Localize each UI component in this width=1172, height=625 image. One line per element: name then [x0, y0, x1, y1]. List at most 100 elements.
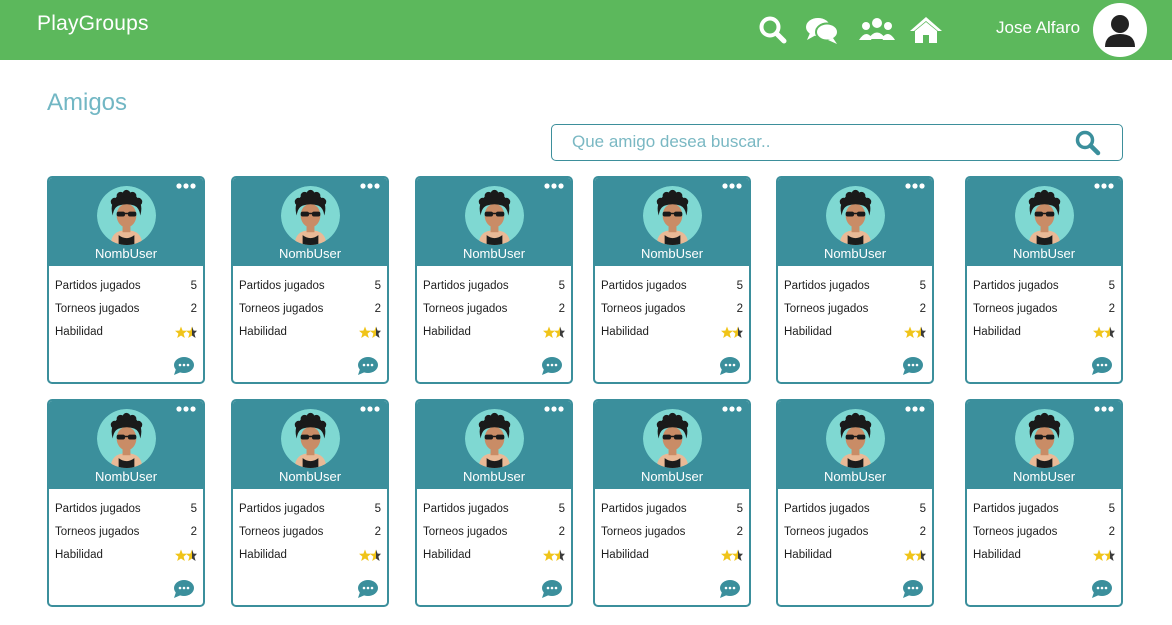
stat-value: 5	[558, 503, 565, 515]
stat-value: 2	[374, 526, 381, 538]
chat-bubble-icon[interactable]	[173, 356, 195, 376]
friend-username[interactable]: NombUser	[967, 246, 1121, 261]
chat-bubble-icon[interactable]	[1091, 579, 1113, 599]
more-options-icon[interactable]	[721, 403, 743, 415]
chat-bubble-icon[interactable]	[541, 356, 563, 376]
more-options-icon[interactable]	[543, 403, 565, 415]
friend-username[interactable]: NombUser	[233, 246, 387, 261]
stat-matches: Partidos jugados 5	[601, 280, 743, 296]
stat-value: 5	[1108, 280, 1115, 292]
page-title: Amigos	[47, 89, 128, 116]
friend-card: NombUser Partidos jugados 5 Torneos juga…	[47, 399, 205, 607]
search-input[interactable]	[572, 125, 1052, 159]
chat-bubble-icon[interactable]	[902, 356, 924, 376]
stat-matches: Partidos jugados 5	[601, 503, 743, 519]
stat-matches: Partidos jugados 5	[973, 280, 1115, 296]
friend-username[interactable]: NombUser	[595, 469, 749, 484]
friend-username[interactable]: NombUser	[967, 469, 1121, 484]
stat-skill: Habilidad	[423, 549, 565, 565]
user-avatar[interactable]	[1093, 3, 1147, 57]
friend-avatar[interactable]	[1015, 409, 1074, 468]
stat-matches: Partidos jugados 5	[55, 280, 197, 296]
more-options-icon[interactable]	[175, 180, 197, 192]
friend-username[interactable]: NombUser	[49, 469, 203, 484]
stat-label: Partidos jugados	[239, 503, 325, 515]
stat-value: 2	[1108, 526, 1115, 538]
stat-label: Partidos jugados	[423, 503, 509, 515]
home-icon[interactable]	[909, 14, 943, 46]
chat-bubble-icon[interactable]	[902, 579, 924, 599]
friend-username[interactable]: NombUser	[49, 246, 203, 261]
stat-label: Habilidad	[239, 549, 287, 561]
star-rating-icon	[543, 326, 565, 340]
user-name[interactable]: Jose Alfaro	[996, 18, 1080, 38]
friend-avatar[interactable]	[465, 409, 524, 468]
friend-username[interactable]: NombUser	[778, 246, 932, 261]
friend-avatar[interactable]	[465, 186, 524, 245]
stat-label: Partidos jugados	[601, 503, 687, 515]
chat-bubble-icon[interactable]	[357, 356, 379, 376]
friend-avatar[interactable]	[281, 186, 340, 245]
stat-label: Torneos jugados	[784, 303, 869, 315]
stat-label: Partidos jugados	[55, 503, 141, 515]
more-options-icon[interactable]	[721, 180, 743, 192]
stat-value: 2	[190, 526, 197, 538]
card-header: NombUser	[49, 401, 203, 489]
brand-logo[interactable]: PlayGroups	[37, 12, 149, 36]
more-options-icon[interactable]	[175, 403, 197, 415]
stat-value: 2	[736, 526, 743, 538]
stat-value: 2	[558, 526, 565, 538]
chat-bubble-icon[interactable]	[357, 579, 379, 599]
stat-skill: Habilidad	[55, 326, 197, 342]
search-button[interactable]	[1074, 129, 1102, 157]
friend-avatar[interactable]	[281, 409, 340, 468]
stat-label: Torneos jugados	[601, 526, 686, 538]
more-options-icon[interactable]	[1093, 180, 1115, 192]
friend-avatar[interactable]	[1015, 186, 1074, 245]
chat-bubble-icon[interactable]	[1091, 356, 1113, 376]
group-icon[interactable]	[858, 14, 896, 46]
friend-avatar[interactable]	[643, 409, 702, 468]
stat-label: Habilidad	[239, 326, 287, 338]
stat-label: Habilidad	[973, 549, 1021, 561]
stat-label: Habilidad	[784, 326, 832, 338]
friend-avatar[interactable]	[97, 409, 156, 468]
star-rating-icon	[175, 549, 197, 563]
friend-username[interactable]: NombUser	[233, 469, 387, 484]
stat-matches: Partidos jugados 5	[239, 503, 381, 519]
more-options-icon[interactable]	[904, 403, 926, 415]
more-options-icon[interactable]	[904, 180, 926, 192]
stat-matches: Partidos jugados 5	[239, 280, 381, 296]
friend-avatar[interactable]	[97, 186, 156, 245]
more-options-icon[interactable]	[543, 180, 565, 192]
friend-card: NombUser Partidos jugados 5 Torneos juga…	[776, 176, 934, 384]
friend-card: NombUser Partidos jugados 5 Torneos juga…	[593, 399, 751, 607]
stat-label: Habilidad	[55, 326, 103, 338]
stat-value: 5	[736, 280, 743, 292]
stat-label: Torneos jugados	[239, 303, 324, 315]
friend-avatar[interactable]	[826, 186, 885, 245]
friend-username[interactable]: NombUser	[595, 246, 749, 261]
stat-matches: Partidos jugados 5	[423, 280, 565, 296]
stat-label: Partidos jugados	[423, 280, 509, 292]
stat-tournaments: Torneos jugados 2	[601, 303, 743, 319]
star-rating-icon	[721, 549, 743, 563]
friend-username[interactable]: NombUser	[417, 469, 571, 484]
more-options-icon[interactable]	[359, 180, 381, 192]
search-icon[interactable]	[757, 14, 789, 46]
chat-bubble-icon[interactable]	[719, 579, 741, 599]
friend-username[interactable]: NombUser	[417, 246, 571, 261]
more-options-icon[interactable]	[359, 403, 381, 415]
friend-avatar[interactable]	[826, 409, 885, 468]
stat-label: Torneos jugados	[784, 526, 869, 538]
friend-username[interactable]: NombUser	[778, 469, 932, 484]
chat-icon[interactable]	[804, 14, 840, 46]
chat-bubble-icon[interactable]	[719, 356, 741, 376]
chat-bubble-icon[interactable]	[173, 579, 195, 599]
more-options-icon[interactable]	[1093, 403, 1115, 415]
stat-tournaments: Torneos jugados 2	[973, 526, 1115, 542]
stat-skill: Habilidad	[973, 549, 1115, 565]
chat-bubble-icon[interactable]	[541, 579, 563, 599]
stat-value: 2	[919, 526, 926, 538]
friend-avatar[interactable]	[643, 186, 702, 245]
